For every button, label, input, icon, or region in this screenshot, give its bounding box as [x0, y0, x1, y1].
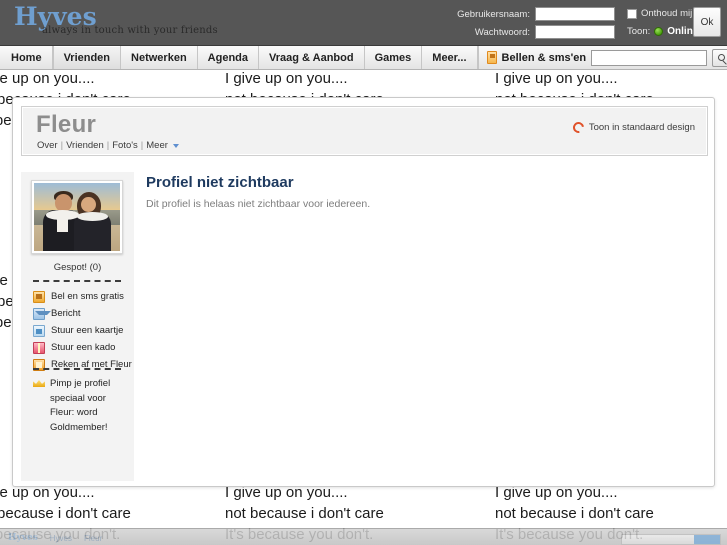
- call-sms-link[interactable]: Bellen & sms'en: [502, 52, 587, 64]
- lyric-line: I give up on you....: [495, 70, 618, 87]
- taskbar-crumb-1: Hyves: [49, 533, 72, 543]
- page-title: Fleur: [36, 111, 97, 138]
- status-label: Toon:: [627, 26, 651, 37]
- pimp-profile-promo[interactable]: Pimp je profiel speciaal voor Fleur: wor…: [33, 377, 129, 435]
- taskbar-right-widget[interactable]: [621, 534, 721, 545]
- separator: |: [140, 140, 144, 151]
- remember-me-label: Onthoud mij: [641, 8, 693, 19]
- gift-icon: [33, 341, 45, 354]
- separator: |: [60, 140, 64, 151]
- sidebar-item-stuur-een-kado[interactable]: Stuur een kado: [33, 339, 134, 356]
- nav-item-games[interactable]: Games: [365, 46, 423, 69]
- sidebar-item-bel-en-sms-gratis[interactable]: Bel en sms gratis: [33, 288, 134, 305]
- standard-design-label: Toon in standaard design: [588, 122, 695, 133]
- taskbar-breadcrumb: Hyves Hyves Fleur: [8, 533, 102, 543]
- username-input[interactable]: [535, 7, 615, 21]
- not-visible-title: Profiel niet zichtbaar: [146, 174, 294, 191]
- login-ok-button[interactable]: Ok: [693, 7, 721, 37]
- mail-icon: [33, 307, 51, 320]
- sidebar-item-bericht[interactable]: Bericht: [33, 305, 134, 322]
- pimp-profile-text: Pimp je profiel speciaal voor Fleur: wor…: [50, 378, 111, 433]
- logo-tagline: always in touch with your friends: [42, 25, 218, 36]
- avatar-photo: [34, 183, 120, 251]
- nav-item-home[interactable]: Home: [0, 46, 53, 69]
- search-icon: [717, 54, 725, 61]
- sidebar-action-list: Bel en sms gratis Bericht Stuur een kaar…: [33, 288, 134, 373]
- bottom-taskbar-strip: Hyves Hyves Fleur: [0, 528, 727, 545]
- sidebar-item-stuur-een-kaartje[interactable]: Stuur een kaartje: [33, 322, 134, 339]
- lyric-line: not because i don't care: [225, 505, 384, 522]
- nav-right-group: Bellen & sms'en: [479, 46, 727, 69]
- taskbar-logo: Hyves: [8, 533, 38, 543]
- username-label: Gebruikersnaam:: [457, 8, 530, 20]
- photo-person-left-head: [54, 193, 72, 212]
- profile-link-fotos[interactable]: Foto's: [112, 140, 138, 151]
- taskbar-crumb-2: Fleur: [84, 533, 103, 543]
- nav-item-meer[interactable]: Meer...: [422, 46, 478, 69]
- password-input[interactable]: [535, 25, 615, 39]
- search-button[interactable]: [712, 48, 727, 67]
- password-label: Wachtwoord:: [474, 26, 530, 38]
- sidebar-item-reken-af-met-fleur[interactable]: Reken af met Fleur: [33, 356, 134, 373]
- divider-bottom: [33, 368, 121, 370]
- sidebar-item-label: Bel en sms gratis: [51, 291, 124, 302]
- standard-design-button[interactable]: Toon in standaard design: [570, 119, 695, 136]
- chevron-down-icon[interactable]: [172, 144, 179, 148]
- crown-icon: [33, 377, 45, 389]
- gespot-label: Gespot! (0): [53, 262, 102, 273]
- refresh-icon: [570, 119, 586, 136]
- photo-boa-right: [77, 212, 108, 222]
- lyric-line: I give up on you....: [0, 70, 95, 87]
- nav-item-vrienden[interactable]: Vrienden: [52, 46, 122, 69]
- sidebar-item-label: Bericht: [51, 308, 81, 319]
- profile-link-vrienden[interactable]: Vrienden: [66, 140, 104, 151]
- profile-link-over[interactable]: Over: [37, 140, 58, 151]
- login-area: Gebruikersnaam: Wachtwoord: Onthoud mij …: [431, 5, 721, 43]
- profile-sublinks: Over | Vrienden | Foto's | Meer: [37, 140, 179, 151]
- nav-item-netwerken[interactable]: Netwerken: [121, 46, 198, 69]
- sidebar-item-label: Stuur een kaartje: [51, 325, 124, 336]
- remember-me-row[interactable]: Onthoud mij: [627, 8, 692, 19]
- profile-sidebar: Gespot! (0) Bel en sms gratis Bericht St…: [21, 172, 134, 481]
- username-row: Gebruikersnaam:: [431, 7, 615, 21]
- password-row: Wachtwoord:: [431, 25, 615, 39]
- profile-overlay-panel: Fleur Over | Vrienden | Foto's | Meer To…: [12, 97, 715, 487]
- lyric-line: I give up on you....: [225, 70, 348, 87]
- remember-me-checkbox[interactable]: [627, 8, 637, 19]
- separator: |: [106, 140, 110, 151]
- profile-header-bar: Fleur Over | Vrienden | Foto's | Meer To…: [21, 106, 708, 156]
- phone-icon: [486, 51, 497, 64]
- lyric-line: not because i don't care: [495, 505, 654, 522]
- online-status-icon: [654, 27, 664, 36]
- nav-item-agenda[interactable]: Agenda: [198, 46, 260, 69]
- avatar[interactable]: [31, 180, 123, 254]
- sidebar-item-label: Stuur een kado: [51, 342, 116, 353]
- nav-item-vraag-aanbod[interactable]: Vraag & Aanbod: [259, 46, 365, 69]
- profile-main-content: Profiel niet zichtbaar Dit profiel is he…: [146, 174, 686, 210]
- photo-boa-left: [46, 210, 79, 220]
- search-input[interactable]: [591, 49, 708, 66]
- lyric-line: not because i don't care: [0, 505, 131, 522]
- profile-link-meer[interactable]: Meer: [146, 140, 168, 151]
- divider-top: [33, 280, 121, 282]
- logo[interactable]: Hyves always in touch with your friends: [14, 4, 218, 37]
- card-icon: [33, 324, 45, 337]
- not-visible-body: Dit profiel is helaas niet zichtbaar voo…: [146, 198, 371, 210]
- page-root: I give up on you.... not because i don't…: [0, 0, 727, 545]
- phone-icon: [33, 290, 45, 303]
- main-navigation: Home Vrienden Netwerken Agenda Vraag & A…: [0, 46, 727, 70]
- site-header: Hyves always in touch with your friends …: [0, 0, 727, 46]
